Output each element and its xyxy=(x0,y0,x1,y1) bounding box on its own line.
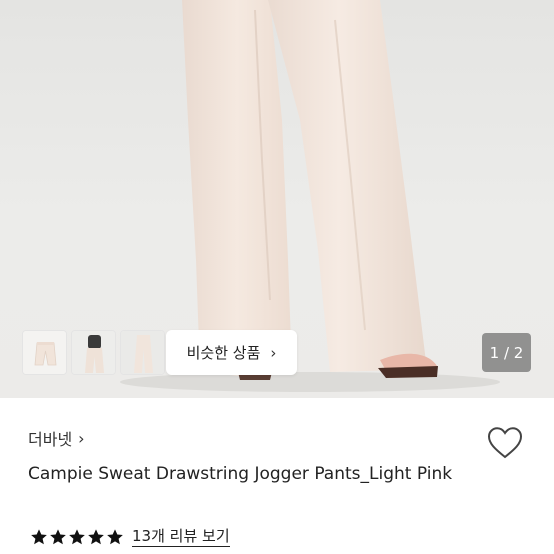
thumbnail-3[interactable] xyxy=(120,330,165,375)
thumbnail-strip xyxy=(22,330,165,375)
image-pager: 1 / 2 xyxy=(482,333,531,372)
brand-link[interactable]: 더바넷 › xyxy=(28,426,85,450)
product-image[interactable]: 비슷한 상품 › 1 / 2 xyxy=(0,0,554,398)
thumbnail-2[interactable] xyxy=(71,330,116,375)
rating-row: 13개 리뷰 보기 xyxy=(30,527,230,547)
star-icon xyxy=(69,529,85,545)
chevron-right-icon: › xyxy=(270,343,277,362)
similar-products-label: 비슷한 상품 xyxy=(186,344,261,362)
brand-name: 더바넷 xyxy=(28,430,73,449)
thumbnail-1[interactable] xyxy=(22,330,67,375)
review-link[interactable]: 13개 리뷰 보기 xyxy=(132,527,230,547)
product-title: Campie Sweat Drawstring Jogger Pants_Lig… xyxy=(28,464,453,484)
chevron-right-icon: › xyxy=(78,428,85,448)
star-icon xyxy=(107,529,123,545)
heart-outline-icon[interactable] xyxy=(487,426,523,460)
star-rating xyxy=(30,528,124,546)
star-icon xyxy=(88,529,104,545)
star-icon xyxy=(50,529,66,545)
similar-products-button[interactable]: 비슷한 상품 › xyxy=(166,330,297,375)
star-icon xyxy=(31,529,47,545)
